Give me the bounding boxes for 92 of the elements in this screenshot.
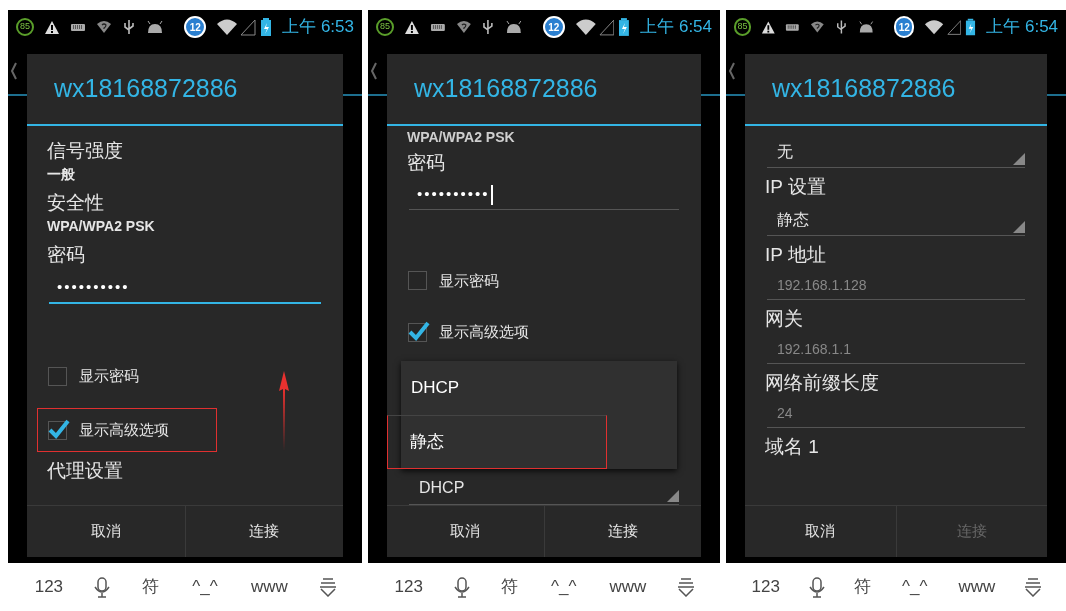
keyboard-icon — [785, 21, 801, 33]
dialog-button[interactable]: 取消 — [387, 506, 544, 557]
usb-icon — [481, 19, 496, 35]
field-label: 域名 1 — [765, 435, 820, 459]
battery-charging-icon — [260, 18, 273, 36]
warning-icon — [760, 19, 776, 35]
field-value: WPA/WPA2 PSK — [407, 130, 516, 144]
wifi-icon — [455, 20, 472, 34]
battery-level-badge: 85 — [376, 18, 394, 36]
dialog-button[interactable]: 取消 — [745, 506, 896, 557]
microphone-icon[interactable] — [808, 576, 825, 598]
keyboard-key[interactable]: 符 — [852, 574, 873, 600]
keyboard-key[interactable]: 123 — [749, 574, 782, 600]
dialog-title: wx18168872886 — [745, 54, 1047, 126]
battery-charging-icon — [618, 18, 631, 36]
microphone-icon[interactable] — [453, 576, 470, 598]
dialog-button[interactable]: 连接 — [184, 506, 343, 557]
signal-icon — [598, 18, 615, 36]
text-field[interactable]: 24 — [767, 398, 1025, 428]
usb-icon — [122, 19, 136, 35]
keyboard-key[interactable]: 123 — [32, 574, 66, 600]
field-label: IP 设置 — [765, 175, 827, 199]
field-label: 密码 — [47, 243, 86, 267]
wifi-icon — [924, 18, 945, 36]
keyboard-key[interactable]: www — [249, 574, 290, 600]
keyboard-key[interactable]: 符 — [139, 574, 161, 600]
battery-level-badge: 85 — [16, 18, 34, 36]
status-time: 上午 6:53 — [282, 16, 354, 39]
hide-keyboard-icon[interactable] — [677, 577, 696, 597]
back-chevron-icon[interactable] — [728, 62, 736, 80]
android-icon — [505, 20, 523, 34]
hide-keyboard-icon[interactable] — [319, 577, 338, 597]
wifi-icon — [96, 20, 112, 34]
microphone-icon[interactable] — [94, 576, 111, 598]
field-value: 一般 — [47, 165, 76, 184]
android-icon — [857, 20, 874, 34]
wifi-icon — [574, 18, 597, 36]
dialog-button[interactable]: 取消 — [27, 506, 185, 557]
battery-level-badge: 85 — [734, 18, 751, 36]
status-time: 上午 6:54 — [986, 16, 1059, 39]
keyboard-key[interactable]: ^_^ — [190, 574, 220, 600]
warning-icon — [44, 19, 60, 35]
dropdown-option[interactable]: DHCP — [401, 361, 677, 415]
dialog-title: wx18168872886 — [387, 54, 701, 126]
dropdown[interactable]: 无 — [767, 136, 1025, 168]
notification-count-badge: 12 — [894, 16, 915, 38]
field-label: 网络前缀长度 — [765, 371, 880, 395]
checkbox-label[interactable]: 显示密码 — [439, 269, 499, 293]
back-chevron-icon[interactable] — [370, 62, 378, 80]
back-chevron-icon[interactable] — [10, 62, 18, 80]
field-label: 密码 — [407, 151, 446, 175]
dropdown-corner-icon — [1013, 153, 1025, 165]
battery-charging-icon — [965, 18, 977, 36]
keyboard-key[interactable]: ^_^ — [549, 574, 579, 600]
dropdown[interactable]: 静态 — [767, 204, 1025, 236]
field-label: 信号强度 — [47, 139, 124, 163]
dropdown[interactable]: DHCP — [409, 473, 679, 505]
dialog-button[interactable]: 连接 — [543, 506, 701, 557]
wifi-icon — [216, 18, 239, 36]
password-field[interactable]: •••••••••• — [49, 272, 321, 304]
android-icon — [146, 20, 164, 34]
password-field[interactable]: •••••••••• — [409, 180, 679, 211]
text-field[interactable]: 192.168.1.128 — [767, 270, 1025, 300]
field-label: 网关 — [765, 307, 804, 331]
checkbox-label[interactable]: 显示高级选项 — [79, 418, 169, 442]
usb-icon — [834, 19, 848, 35]
signal-icon — [946, 18, 962, 36]
keyboard-key[interactable]: 123 — [392, 574, 425, 600]
dropdown-corner-icon — [667, 490, 679, 502]
field-value: WPA/WPA2 PSK — [47, 217, 156, 236]
keyboard-icon — [70, 21, 86, 33]
field-label: IP 地址 — [765, 243, 827, 267]
dropdown-option[interactable]: 静态 — [387, 415, 607, 469]
dropdown-corner-icon — [1013, 221, 1025, 233]
warning-icon — [403, 19, 420, 35]
notification-count-badge: 12 — [184, 16, 207, 38]
keyboard-key[interactable]: www — [607, 574, 649, 600]
field-label: 代理设置 — [47, 459, 124, 483]
keyboard-key[interactable]: 符 — [499, 574, 520, 600]
dialog-title: wx18168872886 — [27, 54, 343, 126]
checkbox-label[interactable]: 显示高级选项 — [439, 321, 529, 344]
notification-count-badge: 12 — [542, 16, 565, 38]
wifi-icon — [810, 20, 825, 34]
status-time: 上午 6:54 — [640, 16, 712, 39]
text-field[interactable]: 192.168.1.1 — [767, 334, 1025, 364]
checkbox-label[interactable]: 显示密码 — [79, 364, 139, 388]
signal-icon — [240, 18, 257, 36]
keyboard-key[interactable]: ^_^ — [900, 574, 930, 600]
field-label: 安全性 — [47, 191, 105, 215]
keyboard-key[interactable]: www — [956, 574, 998, 600]
keyboard-icon — [429, 21, 446, 33]
hide-keyboard-icon[interactable] — [1024, 577, 1043, 597]
